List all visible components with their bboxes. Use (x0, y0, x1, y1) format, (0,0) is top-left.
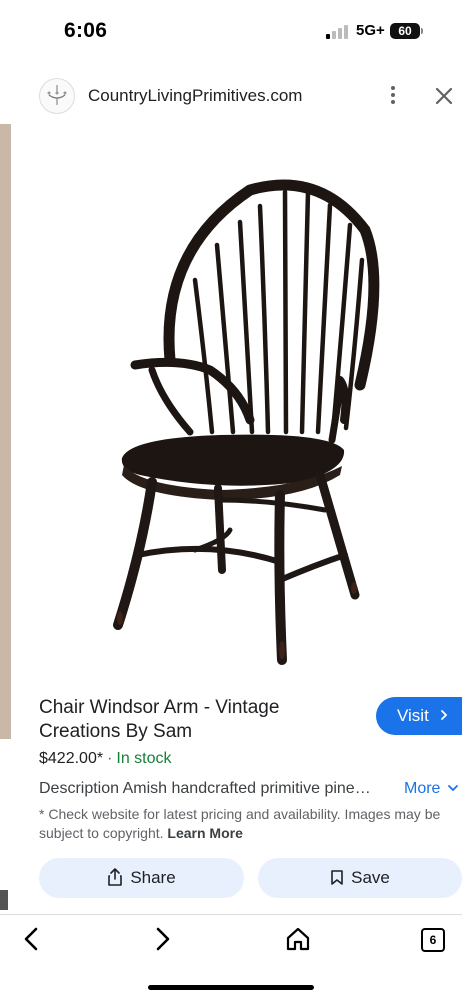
forward-icon[interactable] (152, 925, 174, 953)
home-icon[interactable] (285, 926, 311, 952)
status-bar: 6:06 5G+ 60 (0, 0, 462, 60)
price-line: $422.00* · In stock (39, 750, 172, 768)
product-image[interactable] (100, 170, 400, 670)
product-title[interactable]: Chair Windsor Arm - Vintage Creations By… (39, 696, 339, 744)
product-price: $422.00* (39, 750, 104, 767)
adjacent-image-edge[interactable] (0, 124, 11, 739)
save-label: Save (351, 868, 390, 887)
source-header: CountryLivingPrimitives.com (0, 64, 462, 126)
chevron-right-icon (440, 710, 447, 720)
site-favicon[interactable] (39, 78, 75, 114)
separator: · (107, 750, 113, 767)
more-button[interactable]: More (404, 780, 459, 798)
adjacent-image-edge-bottom (0, 890, 8, 910)
chevron-down-icon (448, 785, 458, 792)
more-vert-icon[interactable] (384, 84, 402, 106)
close-icon[interactable] (432, 84, 456, 108)
more-label: More (404, 780, 441, 797)
cellular-signal-icon (326, 23, 352, 39)
back-icon[interactable] (20, 925, 42, 953)
product-description: Description Amish handcrafted primitive … (39, 780, 371, 797)
visit-button[interactable]: Visit (376, 697, 462, 735)
tab-switcher-button[interactable]: 6 (421, 928, 445, 952)
disclaimer: * Check website for latest pricing and a… (39, 805, 459, 843)
chandelier-icon (47, 85, 67, 105)
share-label: Share (130, 868, 176, 887)
home-indicator (148, 985, 314, 990)
bookmark-icon (331, 870, 343, 885)
visit-label: Visit (397, 706, 429, 725)
divider (0, 914, 462, 915)
save-button[interactable]: Save (258, 858, 462, 898)
learn-more-link[interactable]: Learn More (167, 825, 242, 841)
share-icon (108, 868, 123, 886)
network-type: 5G+ (356, 22, 385, 39)
battery-tip (421, 28, 423, 34)
site-name[interactable]: CountryLivingPrimitives.com (88, 86, 302, 106)
availability-status: In stock (116, 750, 172, 767)
battery-icon: 60 (390, 23, 420, 39)
clock: 6:06 (64, 19, 108, 42)
share-button[interactable]: Share (39, 858, 244, 898)
